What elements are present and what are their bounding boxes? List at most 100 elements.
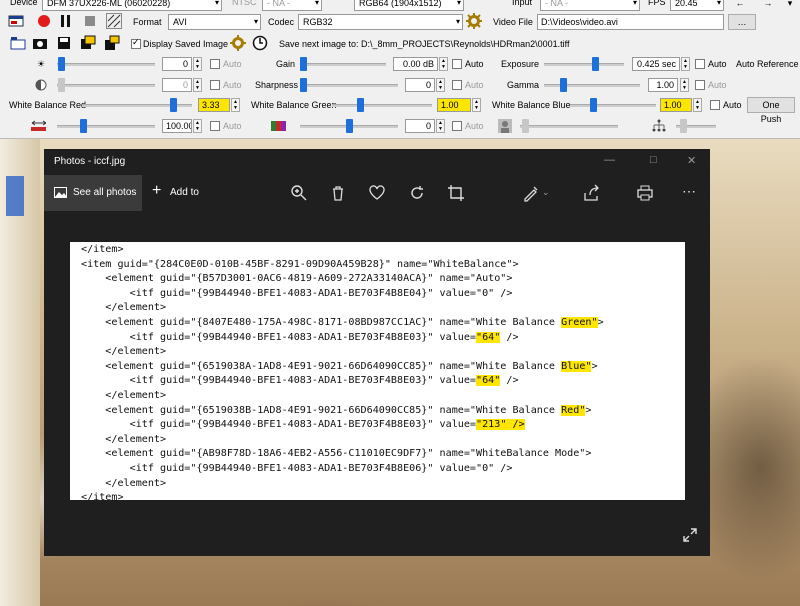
contrast-auto-checkbox[interactable] xyxy=(210,80,220,90)
misc-a-slider-thumb[interactable] xyxy=(80,119,87,133)
zoom-icon[interactable] xyxy=(290,184,308,202)
snapshot-settings-gear-icon[interactable] xyxy=(230,35,246,51)
exposure-slider-thumb[interactable] xyxy=(592,57,599,71)
misc-a-spinner[interactable]: ▲ ▼ xyxy=(193,119,202,133)
wb-auto-checkbox[interactable] xyxy=(710,100,720,110)
gamma-auto-checkbox[interactable] xyxy=(695,80,705,90)
misc-b-spinner[interactable]: ▲ ▼ xyxy=(436,119,445,133)
gain-value[interactable]: 0.00 dB xyxy=(393,57,438,71)
misc-c-slider-track[interactable] xyxy=(520,125,618,128)
wb-blue-spinner[interactable]: ▲ ▼ xyxy=(693,98,702,112)
arrow-right-icon[interactable]: → xyxy=(760,0,776,11)
misc-d-slider-thumb[interactable] xyxy=(680,119,687,133)
wb-blue-slider-track[interactable] xyxy=(570,104,656,107)
gamma-spinner[interactable]: ▲ ▼ xyxy=(680,78,689,92)
more-options-icon[interactable]: ⋯ xyxy=(682,183,697,200)
device-select[interactable]: DFM 37UX226-ML (06020228) ▾ xyxy=(42,0,222,11)
minimize-button[interactable]: — xyxy=(604,154,615,166)
sharpness-value[interactable]: 0 xyxy=(405,78,435,92)
pixel-format-select[interactable]: RGB64 (1904x1512) ▾ xyxy=(354,0,464,11)
contrast-slider-thumb[interactable] xyxy=(58,78,65,92)
camera-settings-icon[interactable] xyxy=(10,35,26,51)
exposure-value[interactable]: 0.425 sec xyxy=(632,57,680,71)
brightness-auto-checkbox[interactable] xyxy=(210,59,220,69)
close-button[interactable]: ✕ xyxy=(687,154,696,167)
gain-auto-checkbox[interactable] xyxy=(452,59,462,69)
gamma-slider-thumb[interactable] xyxy=(560,78,567,92)
codec-settings-gear-icon[interactable] xyxy=(466,13,482,29)
edit-draw-icon[interactable] xyxy=(522,184,540,202)
brightness-value[interactable]: 0 xyxy=(162,57,192,71)
stop-icon[interactable] xyxy=(82,13,98,29)
gain-slider-thumb[interactable] xyxy=(300,57,307,71)
exposure-slider-track[interactable] xyxy=(544,63,624,66)
add-to-button[interactable]: + Add to xyxy=(148,175,208,211)
misc-b-auto-checkbox[interactable] xyxy=(452,121,462,131)
favorite-heart-icon[interactable] xyxy=(368,184,386,202)
pause-icon[interactable] xyxy=(58,13,74,29)
save-folder-icon[interactable] xyxy=(104,35,120,51)
brightness-slider-thumb[interactable] xyxy=(58,57,65,71)
fps-select[interactable]: 20.45 ▾ xyxy=(670,0,724,11)
wb-red-slider-thumb[interactable] xyxy=(170,98,177,112)
display-saved-image-checkbox[interactable] xyxy=(131,37,141,49)
delete-trash-icon[interactable] xyxy=(329,184,347,202)
misc-controls-row: 100.00 ▲ ▼ Auto 0 ▲ ▼ Auto xyxy=(0,116,800,136)
snapshot-grid-icon[interactable] xyxy=(106,13,122,29)
wb-green-slider-thumb[interactable] xyxy=(357,98,364,112)
misc-a-value[interactable]: 100.00 xyxy=(162,119,192,133)
brightness-spinner[interactable]: ▲ ▼ xyxy=(193,57,202,71)
rotate-icon[interactable] xyxy=(408,184,426,202)
see-all-photos-button[interactable]: See all photos xyxy=(44,175,142,211)
gain-slider-track[interactable] xyxy=(300,63,386,66)
wb-blue-value[interactable]: 1.00 xyxy=(660,98,692,112)
misc-c-slider-thumb[interactable] xyxy=(522,119,529,133)
ntsc-select[interactable]: - NA - ▾ xyxy=(262,0,322,11)
wb-green-spinner[interactable]: ▲ ▼ xyxy=(472,98,481,112)
brightness-slider-track[interactable] xyxy=(57,63,155,66)
gamma-value[interactable]: 1.00 xyxy=(648,78,678,92)
gamma-auto-label: Auto xyxy=(708,80,727,90)
record-icon[interactable] xyxy=(36,13,52,29)
wb-green-slider-track[interactable] xyxy=(332,104,432,107)
misc-a-slider-track[interactable] xyxy=(57,125,155,128)
highlighted-token: "213" /> xyxy=(476,419,525,431)
wb-red-spinner[interactable]: ▲ ▼ xyxy=(231,98,240,112)
one-push-button[interactable]: One Push xyxy=(747,97,795,124)
wb-blue-slider-thumb[interactable] xyxy=(590,98,597,112)
share-icon[interactable] xyxy=(582,184,600,202)
save-disk-icon[interactable] xyxy=(56,35,72,51)
print-icon[interactable] xyxy=(636,184,654,202)
format-select[interactable]: AVI ▾ xyxy=(168,14,261,30)
fullscreen-expand-icon[interactable] xyxy=(682,527,698,543)
misc-b-value[interactable]: 0 xyxy=(405,119,435,133)
sharpness-slider-thumb[interactable] xyxy=(300,78,307,92)
codec-select[interactable]: RGB32 ▾ xyxy=(298,14,463,30)
browse-video-file-button[interactable]: … xyxy=(728,14,756,30)
maximize-button[interactable]: □ xyxy=(650,154,657,166)
sharpness-slider-track[interactable] xyxy=(300,84,398,87)
video-file-input[interactable]: D:\Videos\video.avi xyxy=(537,14,724,30)
gain-spinner[interactable]: ▲ ▼ xyxy=(439,57,448,71)
arrow-left-icon[interactable]: ← xyxy=(732,0,748,11)
sharpness-auto-checkbox[interactable] xyxy=(452,80,462,90)
save-sequence-icon[interactable] xyxy=(80,35,96,51)
contrast-value[interactable]: 0 xyxy=(162,78,192,92)
input-select[interactable]: - NA - ▾ xyxy=(540,0,640,11)
camera-device-icon[interactable] xyxy=(8,13,24,29)
crop-icon[interactable] xyxy=(447,184,465,202)
timer-clock-icon[interactable] xyxy=(252,35,268,51)
misc-a-auto-checkbox[interactable] xyxy=(210,121,220,131)
misc-b-slider-thumb[interactable] xyxy=(346,119,353,133)
dropdown-icon[interactable]: ▾ xyxy=(782,0,798,11)
camera-icon[interactable] xyxy=(32,35,48,51)
sharpness-spinner[interactable]: ▲ ▼ xyxy=(436,78,445,92)
exposure-auto-checkbox[interactable] xyxy=(695,59,705,69)
wb-green-value[interactable]: 1.00 xyxy=(437,98,471,112)
contrast-spinner[interactable]: ▲ ▼ xyxy=(193,78,202,92)
edit-dropdown-chevron-icon[interactable]: ⌄ xyxy=(542,187,550,198)
exposure-spinner[interactable]: ▲ ▼ xyxy=(681,57,690,71)
wb-red-value[interactable]: 3.33 xyxy=(198,98,230,112)
gamma-slider-track[interactable] xyxy=(544,84,640,87)
contrast-slider-track[interactable] xyxy=(57,84,155,87)
